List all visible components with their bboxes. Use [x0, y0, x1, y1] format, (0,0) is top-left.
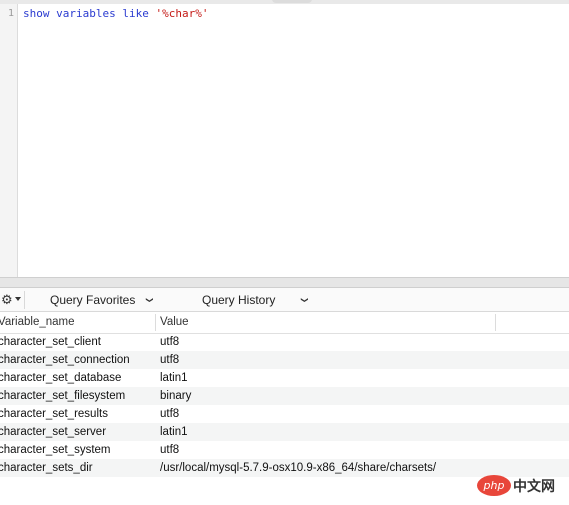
php-logo: php: [477, 475, 511, 496]
keyword-show: show: [23, 7, 50, 20]
table-row[interactable]: character_set_system utf8: [0, 441, 569, 459]
watermark-site-text: 中文网: [513, 479, 555, 495]
gear-icon: ⚙: [1, 292, 13, 307]
cell-value: latin1: [160, 426, 188, 438]
chevron-down-icon[interactable]: ❯: [140, 297, 159, 303]
sql-editor[interactable]: 1 show variables like '%char%': [0, 4, 569, 277]
cell-variable-name: character_set_server: [0, 426, 107, 438]
query-history-button[interactable]: Query History: [202, 288, 275, 312]
table-row[interactable]: character_set_server latin1: [0, 423, 569, 441]
column-divider[interactable]: [495, 314, 496, 331]
query-window: 1 show variables like '%char%' ⚙ Query F…: [0, 0, 569, 505]
query-favorites-button[interactable]: Query Favorites: [50, 288, 135, 312]
keyword-like: like: [122, 7, 149, 20]
table-row[interactable]: character_set_database latin1: [0, 369, 569, 387]
code-line[interactable]: show variables like '%char%': [23, 7, 208, 21]
cell-variable-name: character_set_results: [0, 408, 108, 420]
table-row[interactable]: character_set_connection utf8: [0, 351, 569, 369]
cell-variable-name: character_set_client: [0, 336, 101, 348]
column-divider[interactable]: [155, 314, 156, 331]
results-toolbar: ⚙ Query Favorites ❯ Query History ❯: [0, 288, 569, 312]
table-row[interactable]: character_set_results utf8: [0, 405, 569, 423]
cell-value: utf8: [160, 354, 180, 366]
string-literal: '%char%': [155, 7, 209, 20]
cell-value: /usr/local/mysql-5.7.9-osx10.9-x86_64/sh…: [160, 462, 437, 474]
php-cn-watermark: php 中文网: [477, 472, 563, 500]
chevron-down-icon[interactable]: ❯: [295, 297, 314, 303]
cell-variable-name: character_set_database: [0, 372, 122, 384]
cell-value: utf8: [160, 408, 180, 420]
caret-down-icon: [15, 297, 21, 301]
cell-value: binary: [160, 390, 192, 402]
table-row[interactable]: character_set_filesystem binary: [0, 387, 569, 405]
table-header: Variable_name Value: [0, 312, 569, 334]
cell-variable-name: character_sets_dir: [0, 462, 93, 474]
cell-variable-name: character_set_system: [0, 444, 111, 456]
keyword-variables: variables: [56, 7, 116, 20]
cell-variable-name: character_set_filesystem: [0, 390, 126, 402]
cell-value: utf8: [160, 444, 180, 456]
cell-value: latin1: [160, 372, 188, 384]
column-header-variable-name[interactable]: Variable_name: [0, 312, 75, 333]
line-number: 1: [7, 8, 14, 19]
gear-menu-button[interactable]: ⚙: [0, 291, 25, 309]
table-row[interactable]: character_set_client utf8: [0, 333, 569, 351]
cell-value: utf8: [160, 336, 180, 348]
cell-variable-name: character_set_connection: [0, 354, 130, 366]
split-divider[interactable]: [0, 277, 569, 288]
line-gutter: 1: [0, 4, 18, 277]
tab-fragment[interactable]: [272, 0, 312, 3]
column-header-value[interactable]: Value: [160, 312, 189, 333]
